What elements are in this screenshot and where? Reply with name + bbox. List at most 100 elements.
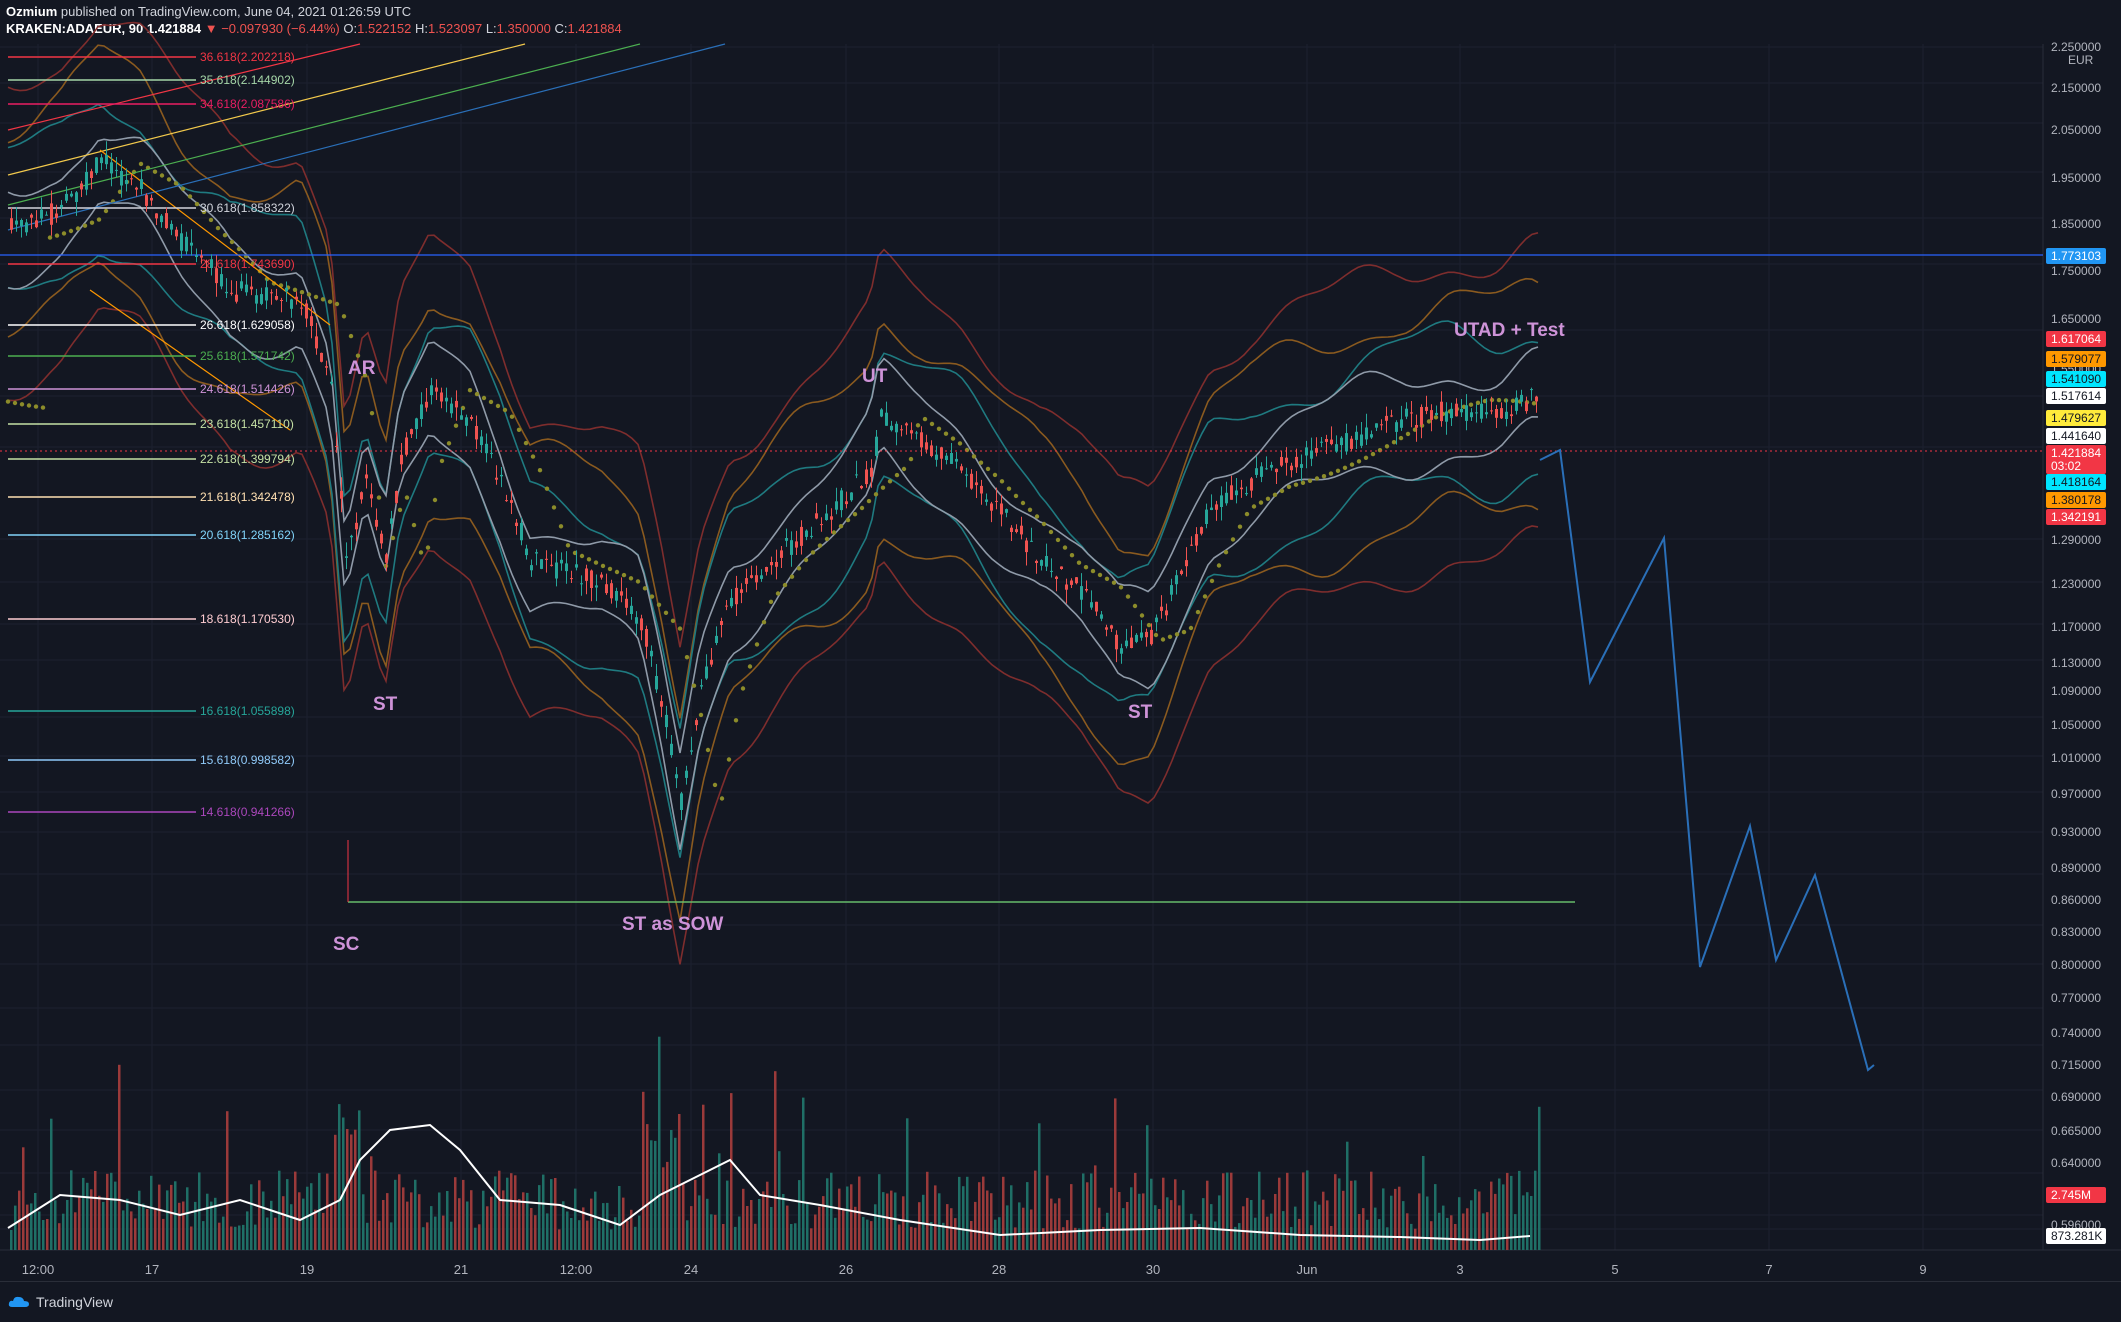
volume-bar <box>562 1201 565 1250</box>
price-axis[interactable]: 2.250000 2.150000 2.050000 1.950000 1.850000… <box>2046 40 2106 1244</box>
ma-dot <box>1181 629 1187 635</box>
volume-bar <box>330 1204 333 1250</box>
volume-bar <box>718 1153 721 1250</box>
ma-dot <box>306 292 312 297</box>
candle-body <box>130 178 133 180</box>
ma-dot <box>999 479 1005 484</box>
candle-body <box>1110 625 1113 629</box>
candle-body <box>195 255 198 257</box>
volume-bar <box>766 1181 769 1250</box>
volume-bar <box>262 1191 265 1250</box>
volume-bar <box>642 1091 645 1250</box>
candle-body <box>1240 487 1243 490</box>
ma-dot <box>1160 637 1166 642</box>
volume-bar <box>142 1203 145 1250</box>
volume-bar <box>542 1174 545 1250</box>
volume-bar <box>1386 1227 1389 1250</box>
volume-bar <box>770 1207 773 1250</box>
candle-body <box>1475 412 1478 414</box>
volume-bar <box>1006 1205 1009 1250</box>
candle-body <box>765 567 768 572</box>
wyckoff-label: AR <box>348 358 376 379</box>
candle-body <box>785 538 788 541</box>
volume-bar <box>70 1170 73 1250</box>
volume-bar <box>882 1192 885 1250</box>
volume-bar <box>402 1187 405 1250</box>
price-chart[interactable]: 36.618(2.202218) 35.618(2.144902) 34.618(2… <box>0 0 2121 1321</box>
volume-bar <box>1066 1220 1069 1250</box>
volume-bar <box>1350 1180 1353 1250</box>
ma-dot <box>215 225 221 231</box>
candle-body <box>110 162 113 174</box>
volume-bar <box>1318 1204 1321 1250</box>
volume-bar <box>1534 1170 1537 1250</box>
volume-bar <box>210 1201 213 1250</box>
ma-dot <box>992 472 998 478</box>
volume-bar <box>478 1224 481 1250</box>
volume-bar <box>242 1224 245 1250</box>
volume-bar <box>434 1216 437 1250</box>
ma-dot <box>1496 397 1502 403</box>
volume-bar <box>1018 1202 1021 1250</box>
candle-body <box>595 585 598 588</box>
volume-bar <box>54 1200 57 1250</box>
volume-bar <box>678 1114 681 1250</box>
volume-bar <box>30 1203 33 1250</box>
fib-level-label: 14.618(0.941266) <box>200 805 295 819</box>
volume-bar <box>1258 1171 1261 1250</box>
volume-bar <box>706 1198 709 1250</box>
ma-dot <box>334 301 340 307</box>
ma-dot <box>40 405 46 410</box>
volume-bar <box>1270 1213 1273 1250</box>
volume-bar <box>1406 1213 1409 1250</box>
volume-bar <box>778 1151 781 1250</box>
volume-bar <box>62 1213 65 1250</box>
volume-bar <box>802 1097 805 1250</box>
volume-bar <box>686 1220 689 1250</box>
ma-dot <box>1405 431 1411 437</box>
volume-bar <box>1474 1189 1477 1250</box>
volume-bar <box>246 1211 249 1250</box>
time-axis[interactable]: 12:00 17 19 21 12:00 24 26 28 30 Jun 3 5 7 9 <box>22 1262 1927 1277</box>
fib-level-label: 26.618(1.629058) <box>200 318 295 332</box>
volume-bar <box>638 1215 641 1250</box>
volume-bar <box>98 1195 101 1250</box>
volume-bar <box>1394 1188 1397 1250</box>
candle-body <box>1520 394 1523 402</box>
ma-dot <box>978 460 984 465</box>
volume-bar <box>1222 1173 1225 1250</box>
ma-dot <box>740 686 746 691</box>
volume-bar <box>22 1147 25 1250</box>
candle-body <box>775 562 778 567</box>
volume-bar <box>910 1226 913 1250</box>
volume-bar <box>234 1226 237 1250</box>
ma-dot <box>1139 613 1145 618</box>
volume-bar <box>854 1206 857 1250</box>
volume-bar <box>1218 1195 1221 1250</box>
candle-body <box>655 676 658 690</box>
volume-bar <box>878 1174 881 1250</box>
candle-body <box>410 429 413 435</box>
price-tick-label: 0.640000 <box>2051 1156 2101 1170</box>
volume-bar <box>302 1198 305 1250</box>
volume-bar <box>1194 1220 1197 1250</box>
ma-dot <box>446 441 452 446</box>
volume-bar <box>962 1186 965 1250</box>
ma-dot <box>733 718 739 723</box>
candle-body <box>730 597 733 607</box>
volume-bar <box>710 1214 713 1250</box>
candle-body <box>1495 409 1498 418</box>
volume-bar <box>1106 1212 1109 1250</box>
volume-bar <box>654 1140 657 1250</box>
wyckoff-label: UTAD + Test <box>1454 320 1565 341</box>
candle-body <box>340 490 343 499</box>
candle-body <box>575 564 578 568</box>
candle-body <box>905 423 908 426</box>
ma-dot <box>509 414 515 419</box>
fan-line <box>7 43 726 231</box>
volume-bar <box>966 1176 969 1250</box>
ma-dot <box>887 479 893 484</box>
ma-dot <box>1076 560 1082 565</box>
candle-body <box>820 524 823 526</box>
tradingview-brand[interactable]: TradingView <box>8 1294 113 1310</box>
